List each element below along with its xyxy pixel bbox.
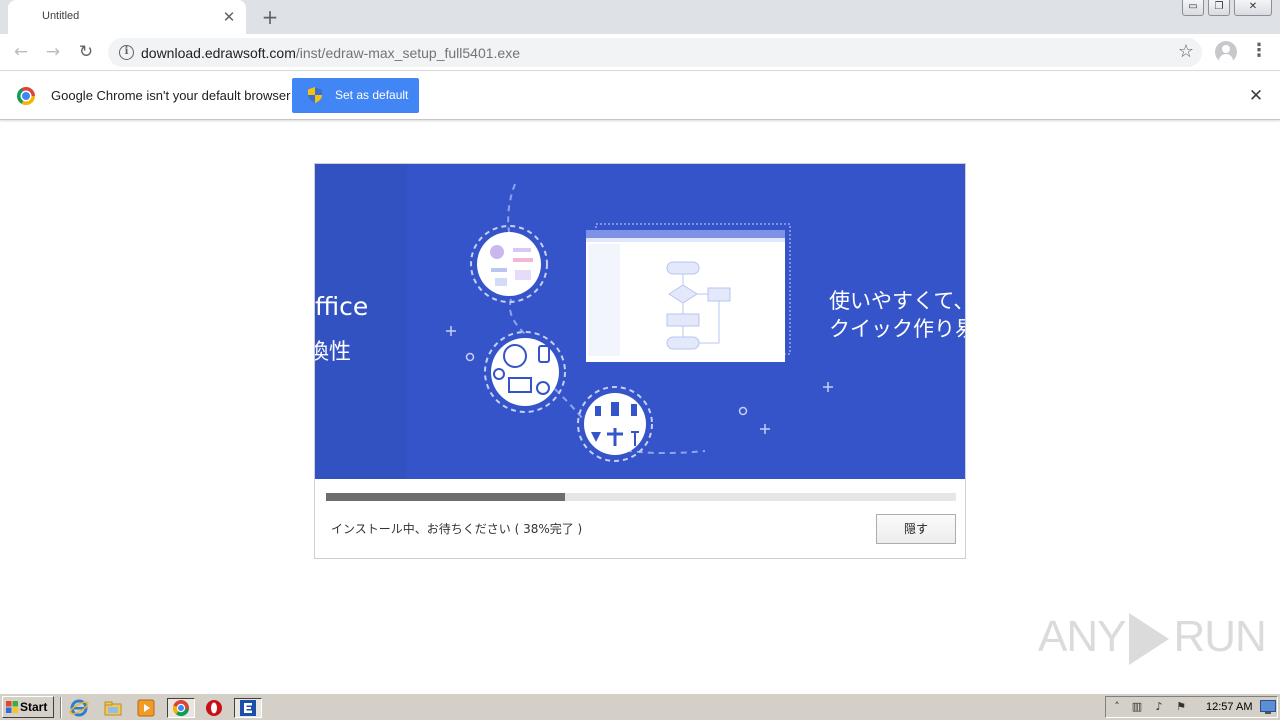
chrome-menu-icon[interactable]: ⋮ [1250, 40, 1268, 64]
action-center-flag-icon[interactable]: ⚑ [1174, 700, 1188, 714]
ie-icon[interactable] [69, 698, 89, 718]
set-as-default-label: Set as default [335, 88, 409, 102]
installer-banner: ffice 換性 使いやすくて、 クイック作り易 [315, 164, 965, 479]
media-player-icon[interactable] [136, 698, 156, 718]
volume-icon[interactable]: ♪ [1152, 700, 1166, 714]
minimize-button[interactable]: ▭ [1182, 0, 1204, 16]
forward-arrow-icon[interactable]: → [41, 40, 65, 64]
url-path: /inst/edraw-max_setup_full5401.exe [295, 45, 521, 61]
devices-circle-icon [484, 331, 566, 413]
mindmap-circle-icon [470, 225, 548, 303]
back-arrow-icon[interactable]: ← [9, 40, 33, 64]
infobar-message: Google Chrome isn't your default browser [51, 88, 291, 103]
orgchart-circle-icon [577, 386, 653, 462]
site-info-icon[interactable]: i [119, 45, 134, 60]
set-as-default-button[interactable]: Set as default [292, 78, 419, 113]
url-text[interactable]: download.edrawsoft.com/inst/edraw-max_se… [141, 45, 520, 61]
bookmark-star-icon[interactable]: ☆ [1178, 41, 1194, 62]
anyrun-watermark: ANY RUN [1038, 612, 1267, 666]
uac-shield-icon [308, 87, 322, 103]
windows-taskbar: Start ˄ ▥ ♪ ⚑ 12:57 AM [0, 693, 1280, 720]
banner-text-right-2: クイック作り易 [829, 317, 965, 341]
opera-icon[interactable] [204, 698, 224, 718]
chrome-taskbar-button[interactable] [167, 698, 195, 718]
watermark-run: RUN [1173, 612, 1266, 661]
explorer-icon[interactable] [103, 698, 123, 718]
url-host: download.edrawsoft.com [141, 45, 296, 61]
reload-icon[interactable]: ↻ [74, 40, 98, 64]
tray-expand-icon[interactable]: ˄ [1110, 700, 1124, 714]
windows-logo-icon [6, 701, 18, 713]
browser-toolbar: ← → ↻ i download.edrawsoft.com/inst/edra… [0, 34, 1280, 71]
tab-title: Untitled [42, 10, 80, 22]
default-browser-infobar: Google Chrome isn't your default browser… [0, 72, 1280, 120]
banner-text-left-2: 換性 [315, 340, 352, 365]
new-tab-button[interactable]: + [258, 6, 282, 28]
window-close-button[interactable]: ✕ [1234, 0, 1272, 16]
system-tray: ˄ ▥ ♪ ⚑ 12:57 AM [1105, 696, 1278, 718]
tab-close-icon[interactable]: ✕ [220, 8, 238, 26]
network-icon[interactable]: ▥ [1130, 700, 1144, 714]
install-progress-fill [326, 493, 566, 501]
banner-text-left-1: ffice [315, 292, 369, 321]
start-button[interactable]: Start [2, 696, 54, 718]
show-desktop-icon[interactable] [1260, 700, 1276, 714]
edraw-icon [240, 700, 256, 716]
address-bar[interactable]: i download.edrawsoft.com/inst/edraw-max_… [108, 38, 1202, 67]
start-label: Start [20, 700, 48, 714]
chrome-logo-icon [17, 87, 35, 105]
watermark-any: ANY [1038, 612, 1126, 661]
tab-strip: Untitled ✕ + ▭ ❐ ✕ [0, 0, 1280, 34]
install-status-text: インストール中、お待ちください ( 38%完了 ) [331, 522, 583, 536]
profile-avatar-icon[interactable] [1215, 41, 1237, 63]
restore-button[interactable]: ❐ [1208, 0, 1230, 16]
banner-text-right-1: 使いやすくて、 [829, 289, 965, 313]
install-progress-bar [326, 493, 956, 501]
infobar-close-icon[interactable]: ✕ [1246, 86, 1266, 106]
browser-tab[interactable]: Untitled ✕ [8, 0, 246, 34]
window-controls: ▭ ❐ ✕ [1182, 0, 1272, 16]
chrome-icon [172, 700, 189, 717]
edraw-taskbar-button[interactable] [234, 698, 262, 718]
tray-clock[interactable]: 12:57 AM [1206, 701, 1252, 713]
flowchart-window-illustration [586, 223, 791, 362]
taskbar-separator [60, 697, 62, 718]
watermark-play-icon [1129, 613, 1170, 666]
installer-window: ffice 換性 使いやすくて、 クイック作り易 インストール中、お待ちください… [314, 163, 966, 559]
hide-button[interactable]: 隠す [876, 514, 956, 544]
